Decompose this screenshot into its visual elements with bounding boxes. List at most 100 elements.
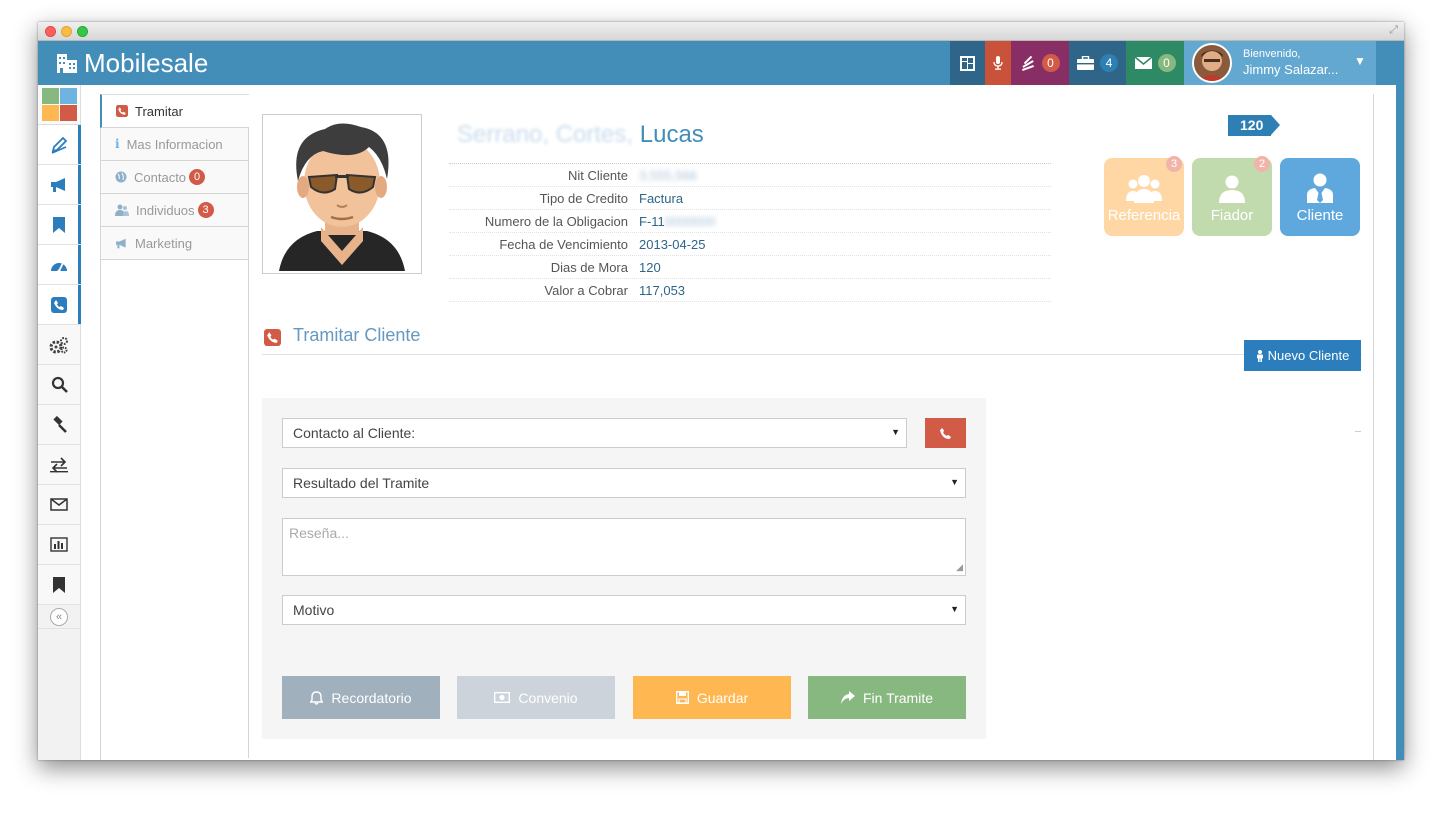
resize-grip-icon[interactable]: ◢ [956,562,963,573]
fiador-badge: 2 [1254,156,1270,172]
section-header: Tramitar Cliente [262,323,1362,355]
tab-tramitar[interactable]: Tramitar [100,94,249,128]
client-avatar-cartoon-icon [265,117,419,271]
fullscreen-icon[interactable]: ⤢ [1389,24,1398,37]
briefcase-badge: 4 [1100,54,1118,72]
shortcut-info-button[interactable] [59,88,77,104]
guardar-button[interactable]: Guardar [633,676,791,719]
nav-mail-button[interactable]: 0 [1126,41,1184,85]
tabs-divider [248,128,249,758]
tab-label: Mas Informacion [126,136,223,152]
call-button[interactable] [925,418,966,448]
megaphone-icon [116,238,126,248]
nav-grid-button[interactable] [950,41,985,85]
resena-placeholder: Reseña... [289,525,349,541]
nav-briefcase-button[interactable]: 4 [1069,41,1126,85]
info-value: 2013-04-25 [639,236,706,252]
users-icon [1126,175,1162,203]
tab-individuos[interactable]: Individuos 3 [100,194,249,227]
info-label: Fecha de Vencimiento [499,236,628,252]
fin-tramite-button[interactable]: Fin Tramite [808,676,966,719]
nav-mic-button[interactable] [985,41,1011,85]
sidebar: « [38,85,81,760]
client-first-name: Lucas [639,121,704,148]
tab-label: Tramitar [135,103,183,119]
convenio-button[interactable]: Convenio [457,676,615,719]
info-label: Nit Cliente [568,167,628,183]
tab-marketing[interactable]: Marketing [100,227,249,260]
sidebar-item-calls[interactable] [38,285,81,325]
referencia-button[interactable]: 3 Referencia [1104,156,1184,236]
referencia-badge: 3 [1166,156,1182,172]
share-arrow-icon [840,691,855,704]
recordatorio-label: Recordatorio [331,689,412,706]
section-title: Tramitar Cliente [293,325,421,345]
tab-mas-informacion[interactable]: i Mas Informacion [100,128,249,161]
sidebar-item-dashboard[interactable] [38,245,81,285]
shortcut-warning-button[interactable] [41,105,59,121]
caret-down-icon: ▼ [1354,54,1366,68]
male-icon [1256,349,1263,362]
fiador-button[interactable]: 2 Fiador [1192,156,1272,236]
client-tabs: Tramitar i Mas Informacion Contacto 0 In… [100,94,249,260]
info-row: Valor a Cobrar 117,053 [449,279,1051,302]
welcome-greeting: Bienvenido, [1243,48,1301,60]
info-value: 120 [639,259,661,275]
sidebar-item-search[interactable] [38,365,80,405]
window-minimize-button[interactable] [61,26,72,37]
contacto-select[interactable]: Contacto al Cliente: ▼ [282,418,907,448]
shortcut-success-button[interactable] [41,88,59,104]
info-row: Numero de la Obligacion F-110000000 [449,210,1051,233]
new-client-label: Nuevo Cliente [1267,348,1350,363]
fiador-label: Fiador [1210,207,1254,224]
new-client-button[interactable]: Nuevo Cliente [1244,340,1361,371]
individuos-badge: 3 [197,202,214,218]
brand[interactable]: Mobilesale [56,47,208,79]
window-titlebar: ⤢ [38,22,1404,41]
sidebar-item-saved[interactable] [38,565,80,605]
sidebar-item-legal[interactable] [38,405,80,445]
sidebar-item-bookmarks[interactable] [38,205,81,245]
sidebar-item-transfers[interactable] [38,445,80,485]
client-photo [262,114,422,274]
referencia-label: Referencia [1107,207,1181,224]
main-content: Tramitar i Mas Informacion Contacto 0 In… [81,85,1396,760]
sidebar-item-settings[interactable] [38,325,80,365]
user-icon [1219,175,1245,203]
info-label: Numero de la Obligacion [484,213,628,229]
user-menu[interactable]: Bienvenido, Jimmy Salazar... ▼ [1184,41,1376,85]
sidebar-item-marketing[interactable] [38,165,81,205]
convenio-label: Convenio [518,689,578,706]
resultado-select[interactable]: Resultado del Tramite ▼ [282,468,966,498]
megaphone-icon [51,177,65,192]
window-right-scrollbar[interactable] [1396,41,1404,760]
info-icon: i [115,137,120,151]
obligation-suffix-redacted: 0000000 [664,213,716,229]
info-label: Tipo de Credito [539,190,628,206]
tramite-form: Contacto al Cliente: ▼ Resultado del Tra… [262,398,986,739]
money-icon [494,692,511,703]
recordatorio-button[interactable]: Recordatorio [282,676,440,719]
motivo-select[interactable]: Motivo ▼ [282,595,966,625]
sidebar-collapse-button[interactable]: « [38,605,80,629]
window-close-button[interactable] [45,26,56,37]
client-info-table: Nit Cliente 3,555,566 Tipo de Credito Fa… [449,163,1051,302]
resena-textarea[interactable]: Reseña... ◢ [282,518,966,576]
sidebar-item-reports[interactable] [38,525,80,565]
caret-down-icon: ▼ [950,604,959,614]
caret-down-icon: ▼ [950,477,959,487]
app-title: Mobilesale [84,48,209,78]
window-maximize-button[interactable] [77,26,88,37]
nav-tasks-button[interactable]: 0 [1011,41,1069,85]
sidebar-item-messages[interactable] [38,485,80,525]
sidebar-item-edit[interactable] [38,125,81,165]
guardar-label: Guardar [696,689,749,706]
days-overdue-ribbon: 120 [1228,115,1281,136]
shortcut-danger-button[interactable] [59,105,77,121]
info-value: 117,053 [639,282,686,298]
cliente-button[interactable]: Cliente [1280,158,1360,236]
user-tie-icon [1307,173,1333,203]
tab-contacto[interactable]: Contacto 0 [100,161,249,194]
info-label: Dias de Mora [550,259,628,275]
cogs-icon [49,336,68,353]
